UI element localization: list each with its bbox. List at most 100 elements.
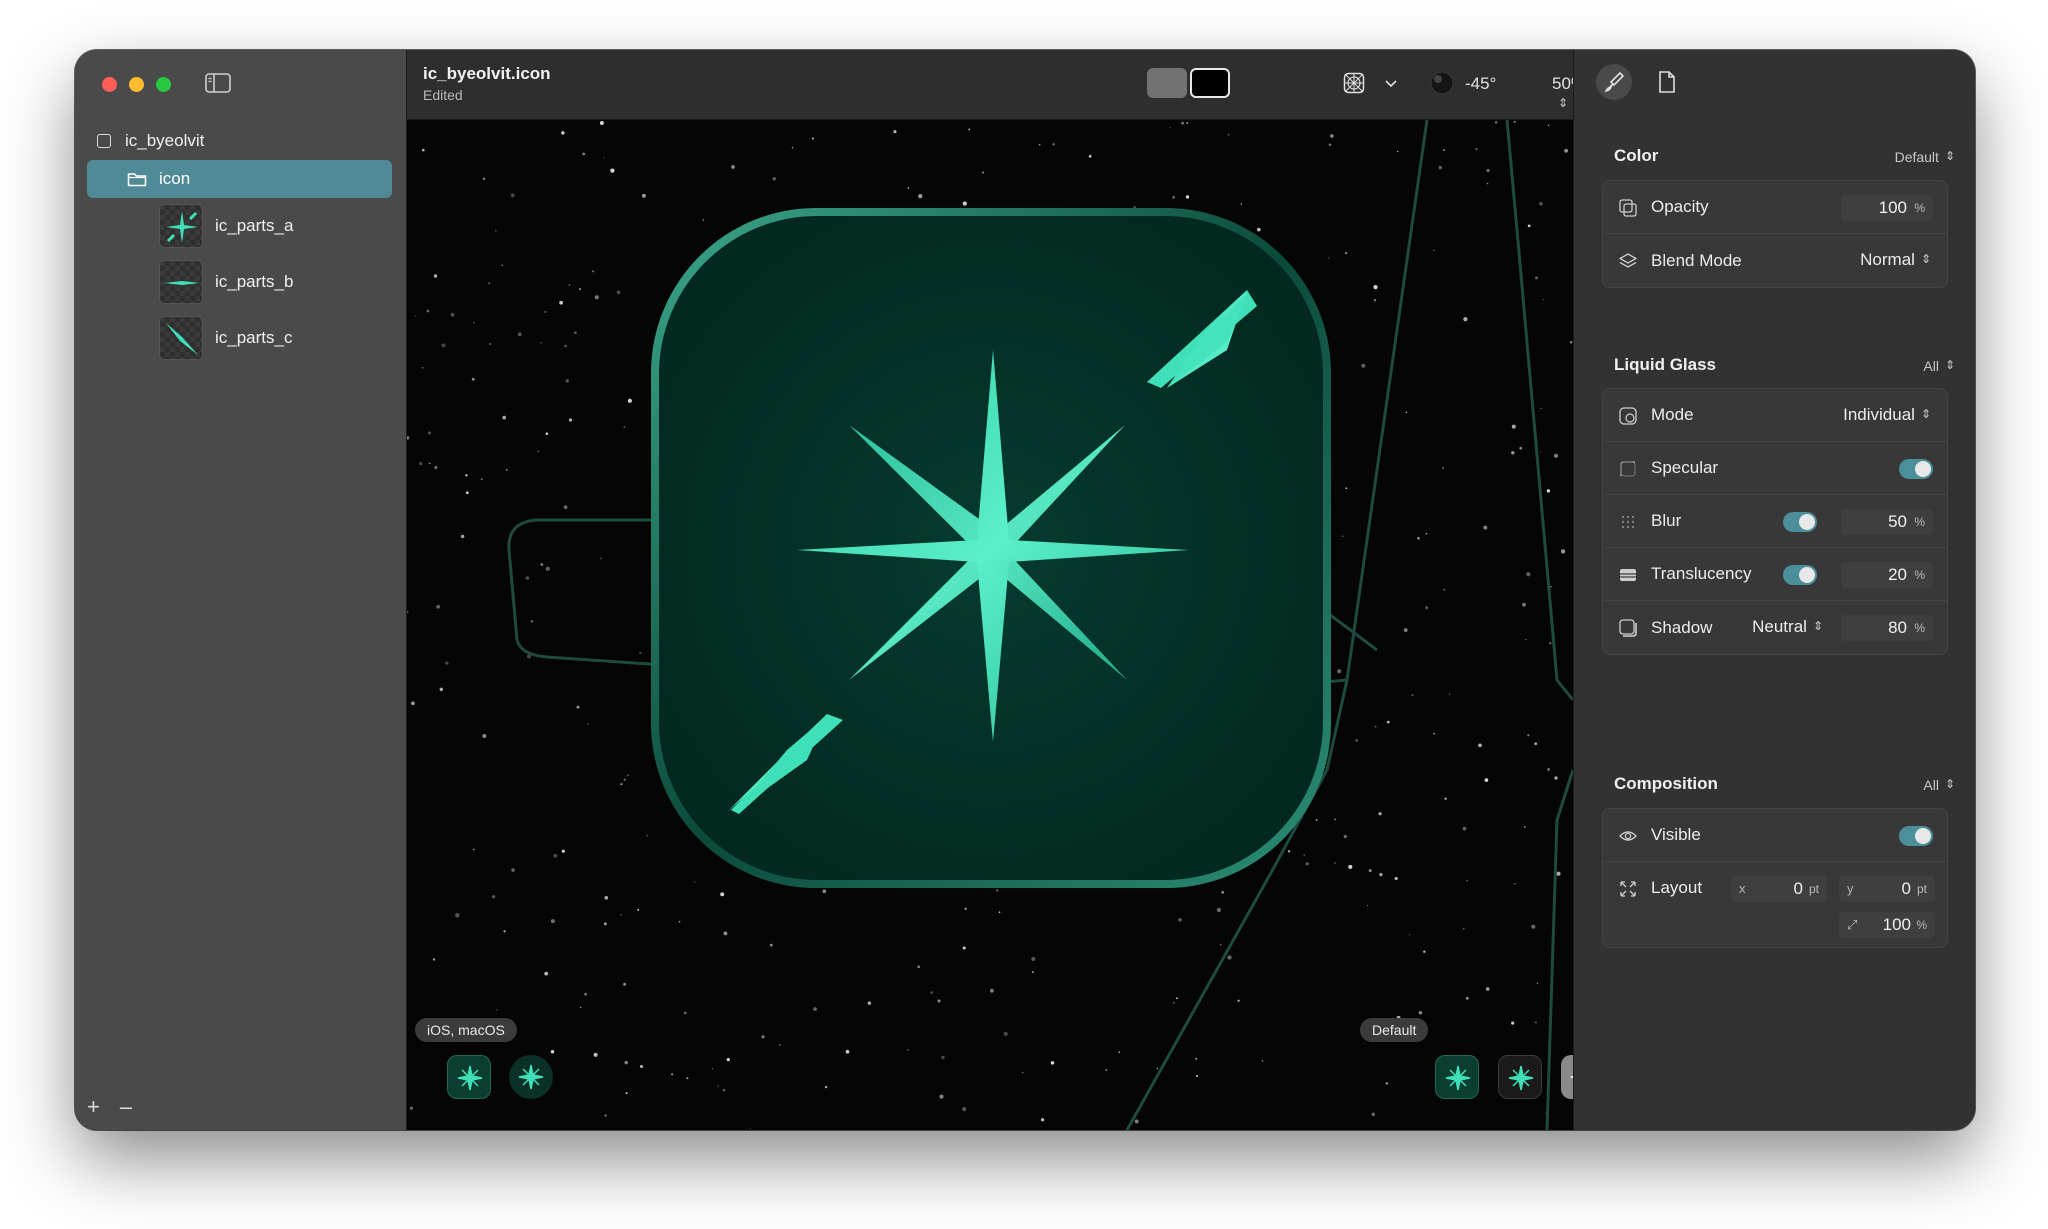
visible-toggle[interactable] bbox=[1899, 826, 1933, 846]
star-dot bbox=[1343, 834, 1347, 839]
tree-item-label: ic_parts_a bbox=[215, 216, 294, 235]
star-dot bbox=[1348, 864, 1353, 869]
star-dot bbox=[414, 315, 417, 317]
star-dot bbox=[1485, 987, 1490, 991]
translucency-toggle[interactable] bbox=[1783, 565, 1817, 585]
zoom-level[interactable]: 50%⇕ bbox=[1552, 74, 1573, 114]
light-angle-icon[interactable] bbox=[1429, 70, 1455, 96]
star-dot bbox=[906, 1049, 909, 1051]
star-dot bbox=[1185, 195, 1190, 199]
star-dot bbox=[1397, 150, 1399, 153]
star-dot bbox=[1556, 871, 1561, 876]
star-dot bbox=[1334, 818, 1336, 821]
star-dot bbox=[610, 168, 615, 173]
dark-appearance-button[interactable] bbox=[1498, 1055, 1542, 1099]
star-dot bbox=[930, 991, 933, 994]
star-dot bbox=[426, 309, 430, 313]
macos-variant-button[interactable] bbox=[509, 1055, 553, 1099]
color-scope-menu[interactable]: Default ⇕ bbox=[1895, 149, 1955, 165]
star-dot bbox=[488, 282, 490, 284]
tree-item-folder[interactable]: icon bbox=[87, 160, 392, 198]
star-dot bbox=[1560, 549, 1566, 554]
star-dot bbox=[624, 1060, 628, 1065]
star-dot bbox=[587, 723, 589, 725]
icon-canvas[interactable]: ic_byeolvit.icon Edited -45° 50%⇕ bbox=[407, 50, 1573, 1130]
blur-row: Blur 50% bbox=[1603, 495, 1947, 548]
star-dot bbox=[941, 1055, 945, 1060]
star-dot bbox=[1088, 154, 1092, 158]
ios-variant-button[interactable] bbox=[447, 1055, 491, 1099]
star-dot bbox=[1546, 489, 1551, 493]
composition-group: Visible Layout x 0 pt y 0 pt ⤢ 100% bbox=[1602, 808, 1948, 948]
tinted-appearance-button[interactable] bbox=[1561, 1055, 1573, 1099]
star-dot bbox=[1172, 1001, 1175, 1004]
star-dot bbox=[491, 895, 496, 899]
star-dot bbox=[427, 431, 432, 435]
mode-icon bbox=[1619, 407, 1637, 425]
blur-field[interactable]: 50% bbox=[1841, 509, 1933, 535]
layout-row: Layout x 0 pt y 0 pt ⤢ 100% bbox=[1603, 862, 1947, 948]
star-dot bbox=[625, 1092, 628, 1095]
star-dot bbox=[593, 1052, 598, 1057]
blur-toggle[interactable] bbox=[1783, 512, 1817, 532]
tree-item-layer[interactable]: ic_parts_b bbox=[87, 254, 392, 310]
translucency-field[interactable]: 20% bbox=[1841, 562, 1933, 588]
star-dot bbox=[867, 1001, 872, 1005]
star-dot bbox=[563, 505, 568, 510]
shadow-mode-popup[interactable]: Neutral ⇕ bbox=[1752, 617, 1823, 637]
star-dot bbox=[1540, 407, 1542, 410]
star-dot bbox=[720, 892, 725, 897]
star-dot bbox=[1315, 819, 1318, 821]
tree-item-root[interactable]: ic_byeolvit bbox=[87, 122, 392, 160]
star-dot bbox=[1527, 224, 1531, 228]
star-dot bbox=[471, 377, 475, 381]
x-field[interactable]: x 0 pt bbox=[1731, 876, 1827, 902]
add-layer-button[interactable]: + bbox=[87, 1094, 100, 1120]
composition-scope-menu[interactable]: All ⇕ bbox=[1923, 777, 1955, 793]
star-dot bbox=[1178, 917, 1182, 922]
scale-field[interactable]: ⤢ 100% bbox=[1839, 912, 1935, 938]
specular-toggle[interactable] bbox=[1899, 459, 1933, 479]
star-dot bbox=[702, 219, 704, 221]
remove-layer-button[interactable]: – bbox=[120, 1094, 132, 1120]
chevron-down-icon[interactable] bbox=[1385, 80, 1397, 88]
star-dot bbox=[1195, 1057, 1198, 1060]
sidebar-toggle-icon[interactable] bbox=[205, 73, 231, 93]
grid-overlay-icon[interactable] bbox=[1343, 72, 1365, 94]
appearance-tab[interactable] bbox=[1596, 64, 1632, 100]
star-dot bbox=[576, 705, 580, 709]
star-dot bbox=[811, 137, 814, 140]
star-dot bbox=[1564, 148, 1568, 153]
star-dot bbox=[544, 310, 547, 313]
star-dot bbox=[584, 992, 587, 996]
star-dot bbox=[482, 177, 486, 180]
zoom-button[interactable] bbox=[156, 77, 171, 92]
liquid-glass-scope-menu[interactable]: All ⇕ bbox=[1923, 358, 1955, 374]
star-dot bbox=[893, 130, 897, 134]
translucency-icon bbox=[1620, 569, 1636, 581]
minimize-button[interactable] bbox=[129, 77, 144, 92]
tree-item-layer[interactable]: ic_parts_c bbox=[87, 310, 392, 366]
shadow-field[interactable]: 80% bbox=[1841, 615, 1933, 641]
star-dot bbox=[545, 566, 550, 571]
light-angle-value[interactable]: -45° bbox=[1465, 74, 1496, 94]
star-dot bbox=[1169, 127, 1171, 129]
star-dot bbox=[822, 889, 827, 894]
visible-row: Visible bbox=[1603, 809, 1947, 862]
star-dot bbox=[641, 193, 646, 198]
star-dot bbox=[1052, 143, 1055, 146]
tree-item-layer[interactable]: ic_parts_a bbox=[87, 198, 392, 254]
layout-label: Layout bbox=[1651, 878, 1703, 897]
mode-popup[interactable]: Individual ⇕ bbox=[1843, 405, 1931, 425]
star-dot bbox=[1466, 879, 1468, 882]
document-tab[interactable] bbox=[1648, 64, 1684, 100]
black-background-swatch[interactable] bbox=[1190, 68, 1230, 98]
close-button[interactable] bbox=[102, 77, 117, 92]
default-appearance-button[interactable] bbox=[1435, 1055, 1479, 1099]
layer-sidebar: ic_byeolvit icon ic_parts_a ic_parts_b i… bbox=[75, 50, 407, 1130]
blend-mode-popup[interactable]: Normal ⇕ bbox=[1860, 250, 1931, 270]
y-field[interactable]: y 0 pt bbox=[1839, 876, 1935, 902]
opacity-field[interactable]: 100% bbox=[1841, 195, 1933, 221]
folder-icon bbox=[127, 173, 147, 187]
gray-background-swatch[interactable] bbox=[1147, 68, 1187, 98]
